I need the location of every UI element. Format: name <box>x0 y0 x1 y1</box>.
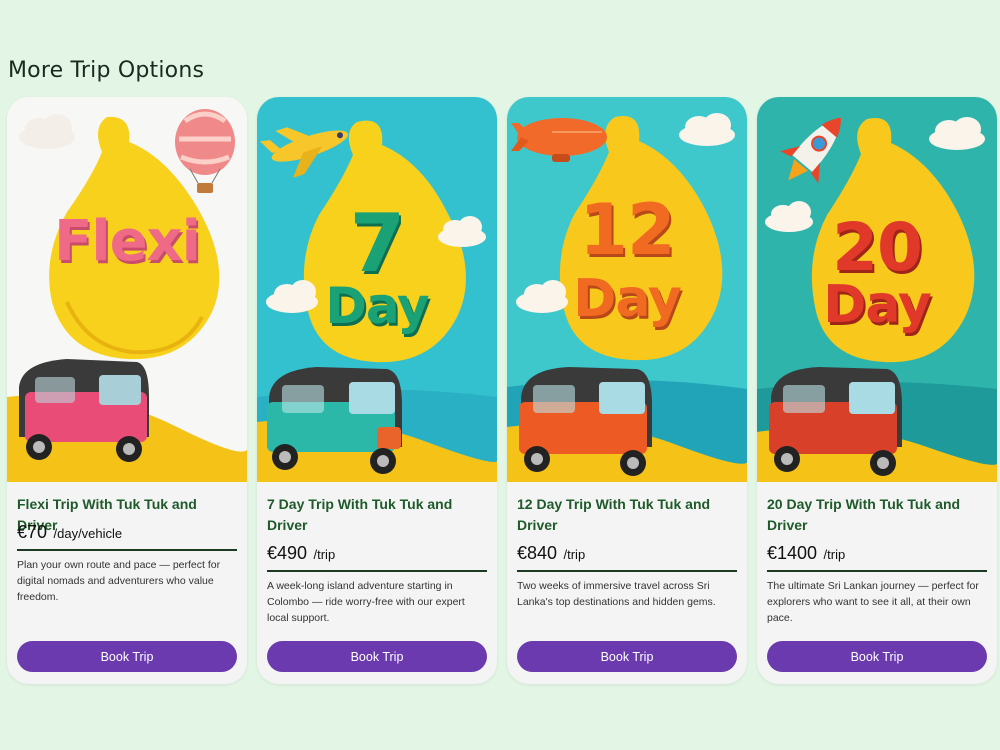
trip-price: €1400 <box>767 543 818 563</box>
book-trip-button[interactable]: Book Trip <box>767 641 987 672</box>
trip-cards: Flexi Flexi Trip With Tuk Tuk and Driver… <box>7 97 997 684</box>
price-row: €70 /day/vehicle <box>17 522 237 551</box>
trip-hero-image: 12 Day <box>507 97 747 482</box>
hero-word-top: 12 <box>579 189 675 271</box>
trip-hero-image: 20 Day <box>757 97 997 482</box>
price-row: €840 /trip <box>517 543 737 572</box>
trip-price: €70 <box>17 522 48 542</box>
trip-hero-image: Flexi <box>7 97 247 482</box>
trip-price: €490 <box>267 543 308 563</box>
hero-word-bottom: Flexi <box>54 209 201 274</box>
hero-word-bottom: Day <box>573 269 682 329</box>
price-row: €1400 /trip <box>767 543 987 572</box>
hero-word-bottom: Day <box>823 275 932 335</box>
trip-title: 20 Day Trip With Tuk Tuk and Driver <box>767 496 961 533</box>
trip-price-unit: /day/vehicle <box>53 526 123 541</box>
trip-description: The ultimate Sri Lankan journey — perfec… <box>767 580 979 624</box>
section-title: More Trip Options <box>8 58 205 83</box>
trip-card-flexi[interactable]: Flexi Flexi Trip With Tuk Tuk and Driver… <box>7 97 247 684</box>
trip-price-unit: /trip <box>313 547 336 562</box>
trip-hero-image: 7 Day <box>257 97 497 482</box>
hero-word-bottom: Day <box>325 277 429 335</box>
trip-price-unit: /trip <box>823 547 846 562</box>
trip-title: 7 Day Trip With Tuk Tuk and Driver <box>267 496 453 533</box>
book-trip-button[interactable]: Book Trip <box>17 641 237 672</box>
trip-price-unit: /trip <box>563 547 586 562</box>
trip-description: Plan your own route and pace — perfect f… <box>17 559 221 603</box>
trip-description: Two weeks of immersive travel across Sri… <box>517 580 716 608</box>
trip-card-7-day[interactable]: 7 Day 7 Day Trip With Tuk Tuk and Driver… <box>257 97 497 684</box>
trip-card-20-day[interactable]: 20 Day 20 Day Trip With Tuk Tuk and Driv… <box>757 97 997 684</box>
trip-description: A week-long island adventure starting in… <box>267 580 465 624</box>
book-trip-button[interactable]: Book Trip <box>267 641 487 672</box>
price-row: €490 /trip <box>267 543 487 572</box>
trip-title: 12 Day Trip With Tuk Tuk and Driver <box>517 496 711 533</box>
trip-price: €840 <box>517 543 558 563</box>
book-trip-button[interactable]: Book Trip <box>517 641 737 672</box>
trip-card-12-day[interactable]: 12 Day 12 Day Trip With Tuk Tuk and Driv… <box>507 97 747 684</box>
